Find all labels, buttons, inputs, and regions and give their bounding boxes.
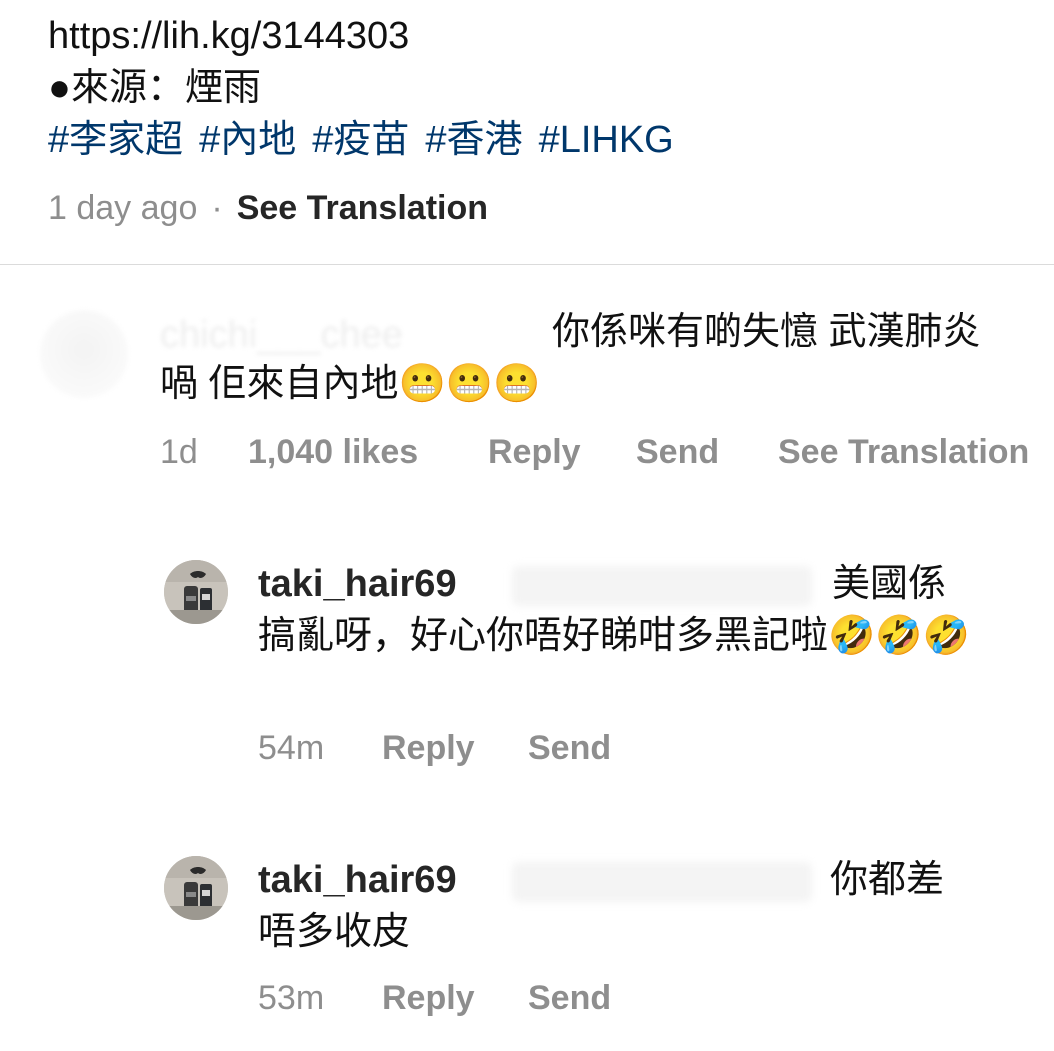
reply-time: 54m <box>258 729 325 767</box>
avatar[interactable] <box>40 310 128 398</box>
hashtag-link[interactable]: #疫苗 <box>312 119 409 161</box>
hashtag-link[interactable]: #李家超 <box>48 119 183 161</box>
post-time: 1 day ago <box>48 189 198 227</box>
reply-button[interactable]: Reply <box>382 726 528 770</box>
comment-time: 1d <box>160 433 198 471</box>
reply-button[interactable]: Reply <box>382 976 528 1020</box>
avatar-photo-icon <box>164 560 228 624</box>
reply-text: 你都差唔多收皮 <box>258 859 945 953</box>
comment-text: 你係咪有啲失憶 武漢肺炎喎 佢來自內地😬😬😬 <box>160 311 981 405</box>
reply-actions: 54m Reply Send <box>258 726 611 770</box>
hashtag-link[interactable]: #香港 <box>425 119 522 161</box>
reply-actions: 53m Reply Send <box>258 976 611 1020</box>
send-button[interactable]: Send <box>636 430 778 474</box>
likes-count-button[interactable]: 1,040 likes <box>248 430 488 474</box>
avatar[interactable] <box>164 560 228 624</box>
reply-time: 53m <box>258 979 325 1017</box>
see-translation-button[interactable]: See Translation <box>237 189 488 227</box>
avatar-photo-icon <box>164 856 228 920</box>
post-caption: https://lih.kg/3144303 ●來源：煙雨 #李家超 #內地 #疫苗… <box>48 10 1028 166</box>
send-button[interactable]: Send <box>528 976 611 1020</box>
hashtag-list: #李家超 #內地 #疫苗 #香港 #LIHKG <box>48 114 1028 166</box>
send-button[interactable]: Send <box>528 726 611 770</box>
hashtag-link[interactable]: #LIHKG <box>539 119 674 161</box>
avatar[interactable] <box>164 856 228 920</box>
caption-source: ●來源：煙雨 <box>48 67 261 109</box>
meta-separator: · <box>211 189 223 227</box>
divider <box>0 264 1054 265</box>
caption-link[interactable]: https://lih.kg/3144303 <box>48 10 1028 62</box>
see-translation-button[interactable]: See Translation <box>778 430 1029 474</box>
reply-text: 美國係搞亂呀，好心你唔好睇咁多黑記啦🤣🤣🤣 <box>258 563 970 657</box>
reply-button[interactable]: Reply <box>488 430 636 474</box>
comment-actions: 1d 1,040 likes Reply Send See Translation <box>160 430 1029 474</box>
hashtag-link[interactable]: #內地 <box>199 119 296 161</box>
post-meta: 1 day ago · See Translation <box>48 186 488 230</box>
